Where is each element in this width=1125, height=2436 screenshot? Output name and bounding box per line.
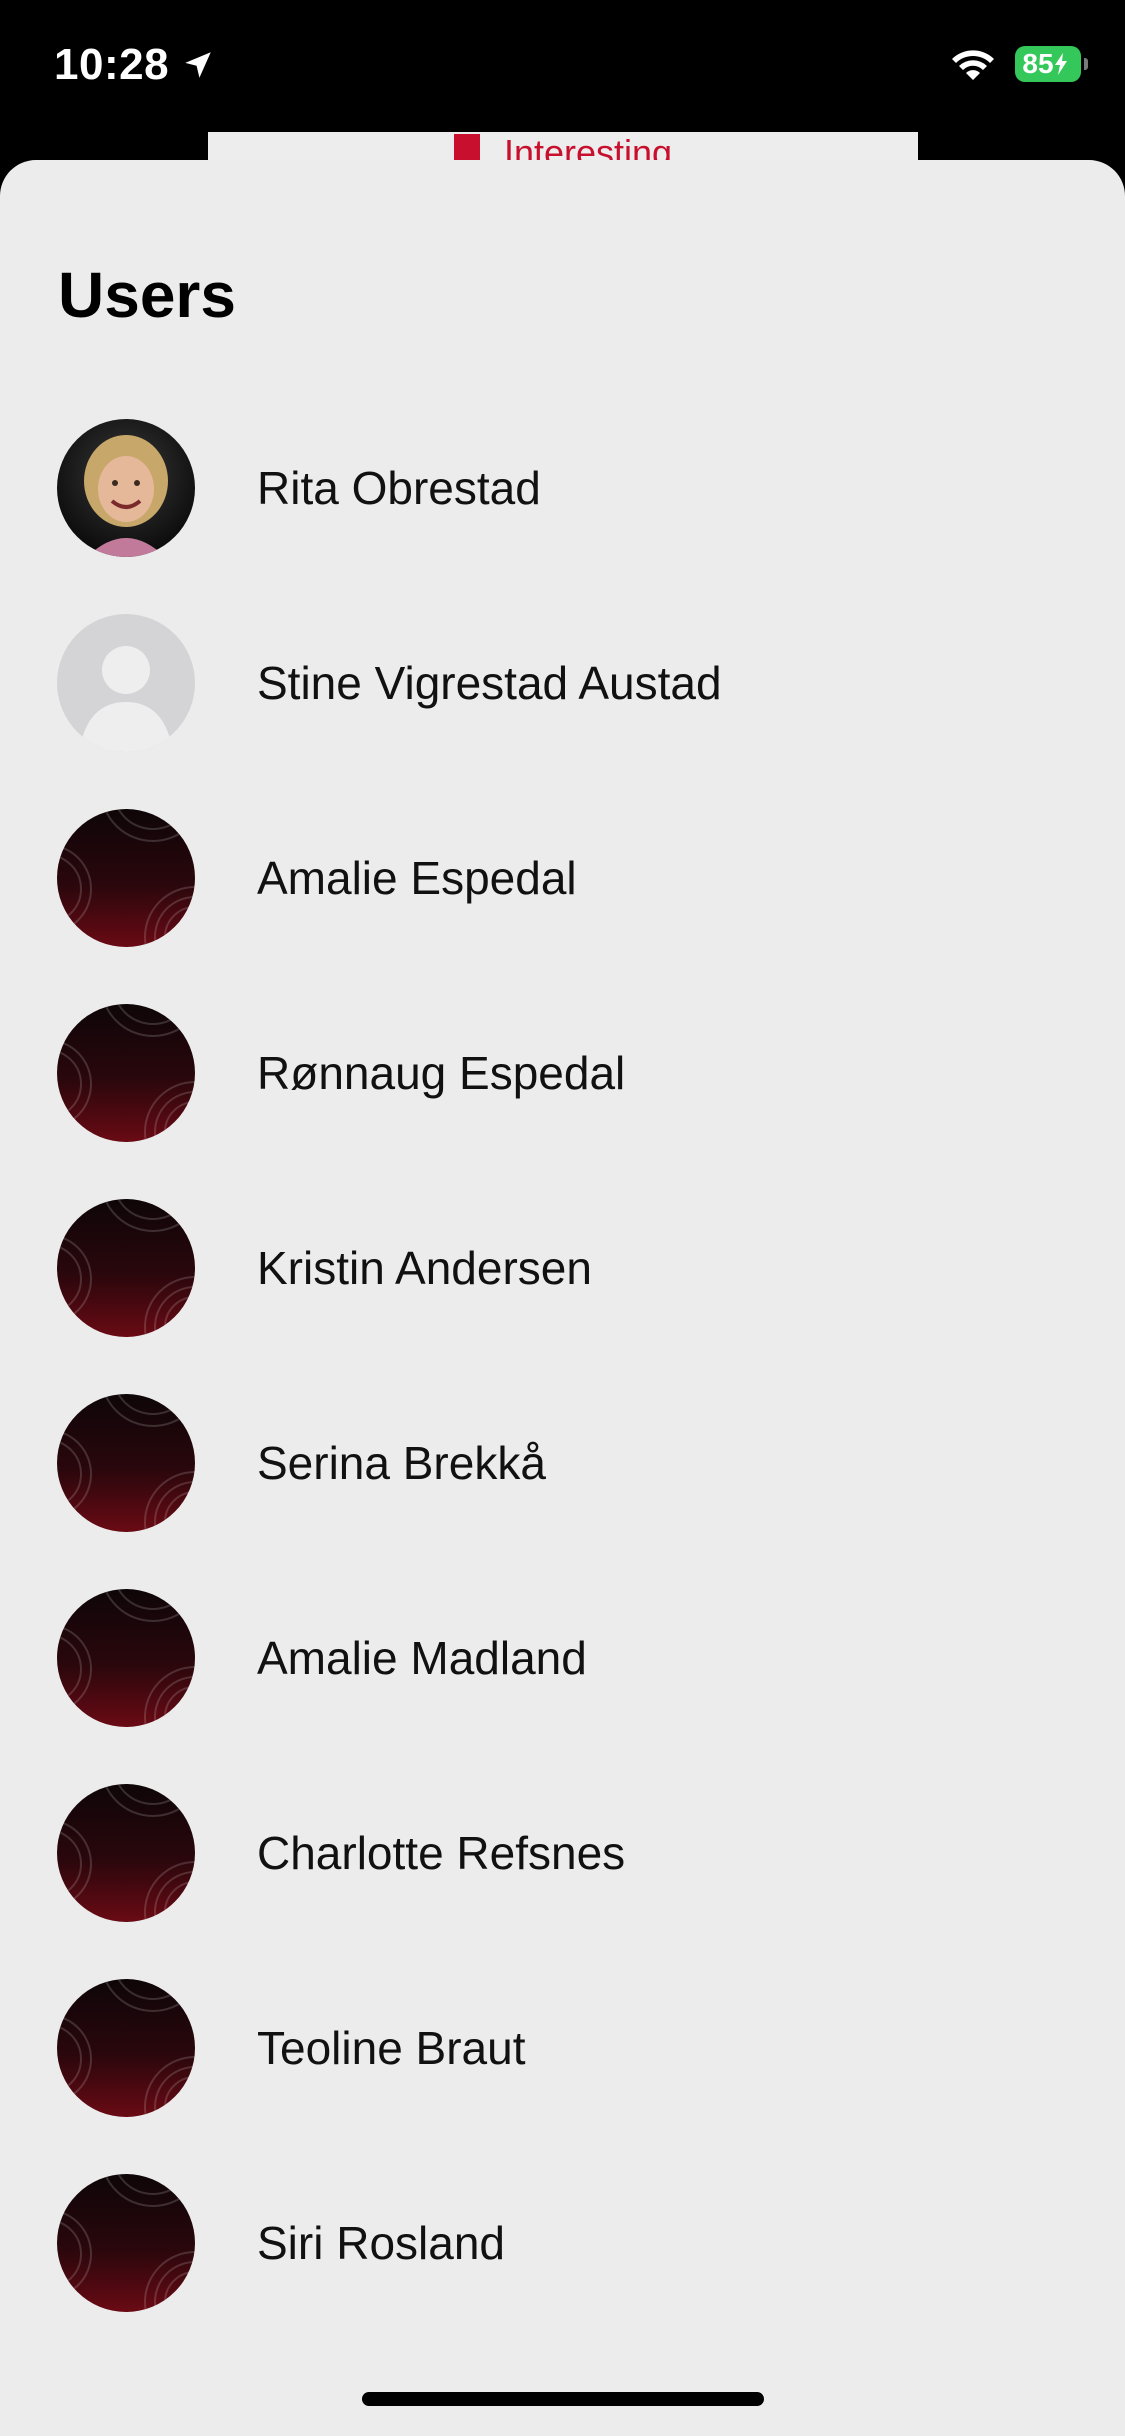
user-name: Charlotte Refsnes [257, 1826, 626, 1879]
user-row[interactable]: Teoline Braut [0, 1950, 1125, 2145]
avatar [57, 1198, 195, 1337]
avatar [57, 613, 195, 752]
battery-charging-icon: 85 [1015, 46, 1088, 82]
user-name: Kristin Andersen [257, 1241, 592, 1294]
avatar [57, 1783, 195, 1922]
user-name: Rita Obrestad [257, 461, 541, 514]
battery-cap [1084, 58, 1088, 70]
home-indicator[interactable] [362, 2392, 764, 2406]
user-row[interactable]: Siri Rosland [0, 2145, 1125, 2340]
user-row[interactable]: Kristin Andersen [0, 1170, 1125, 1365]
avatar [57, 1003, 195, 1142]
user-row[interactable]: Amalie Espedal [0, 780, 1125, 975]
user-name: Amalie Madland [257, 1631, 587, 1684]
user-row[interactable]: Rita Obrestad [0, 390, 1125, 585]
default-avatar-icon [57, 1783, 195, 1922]
avatar [57, 1978, 195, 2117]
users-sheet: Users Rita Obrestad Stine Vigrestad Aust… [0, 160, 1125, 2436]
wifi-icon [952, 50, 994, 80]
user-name: Serina Brekkå [257, 1436, 546, 1489]
user-name: Rønnaug Espedal [257, 1046, 626, 1099]
user-row[interactable]: Charlotte Refsnes [0, 1755, 1125, 1950]
status-bar: 10:28 85 [0, 0, 1125, 140]
user-row[interactable]: Serina Brekkå [0, 1365, 1125, 1560]
avatar [57, 808, 195, 947]
default-avatar-icon [57, 1393, 195, 1532]
person-placeholder-icon [57, 613, 195, 752]
default-avatar-icon [57, 1003, 195, 1142]
default-avatar-icon [57, 1588, 195, 1727]
avatar [57, 2173, 195, 2312]
battery-level: 85 [1022, 48, 1054, 79]
avatar [57, 418, 195, 557]
avatar [57, 1393, 195, 1532]
user-name: Stine Vigrestad Austad [257, 656, 722, 709]
avatar [57, 1588, 195, 1727]
default-avatar-icon [57, 1978, 195, 2117]
user-row[interactable]: Stine Vigrestad Austad [0, 585, 1125, 780]
user-photo [57, 418, 195, 557]
screen: 10:28 85 Interesting Users Rita Obrestad… [0, 0, 1125, 2436]
user-row[interactable]: Amalie Madland [0, 1560, 1125, 1755]
user-list: Rita Obrestad Stine Vigrestad Austad Ama… [0, 390, 1125, 2340]
status-indicators: 85 [949, 46, 1088, 82]
default-avatar-icon [57, 2173, 195, 2312]
user-name: Siri Rosland [257, 2216, 505, 2269]
default-avatar-icon [57, 808, 195, 947]
user-name: Teoline Braut [257, 2021, 526, 2074]
default-avatar-icon [57, 1198, 195, 1337]
charging-bolt-icon [1054, 53, 1067, 75]
location-arrow-icon [185, 52, 211, 78]
user-row[interactable]: Rønnaug Espedal [0, 975, 1125, 1170]
status-time: 10:28 [54, 40, 170, 89]
sheet-title: Users [58, 259, 236, 331]
status-time-group: 10:28 [54, 40, 215, 90]
user-name: Amalie Espedal [257, 851, 577, 904]
